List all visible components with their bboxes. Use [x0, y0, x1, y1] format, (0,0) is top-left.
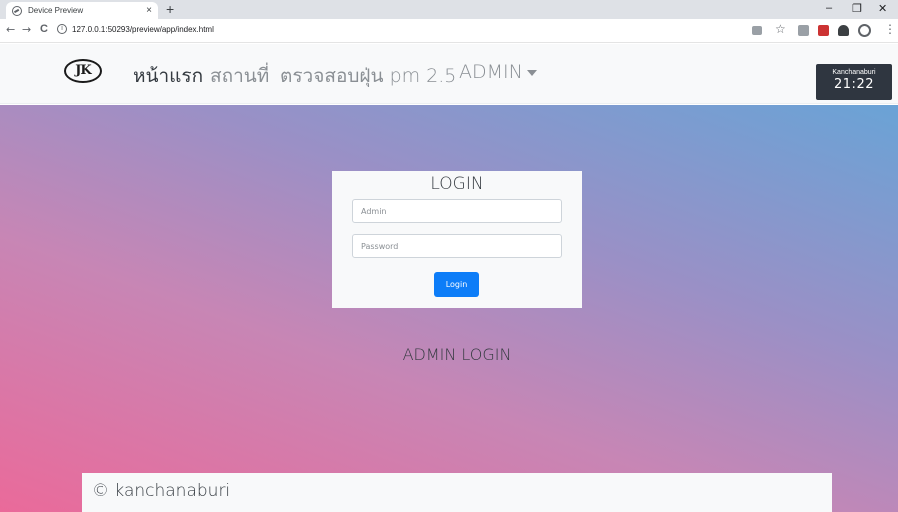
- login-card: LOGIN Login: [332, 171, 582, 308]
- login-button[interactable]: Login: [434, 272, 479, 297]
- browser-tab[interactable]: Device Preview ×: [6, 2, 158, 19]
- translate-icon[interactable]: [752, 26, 762, 35]
- nav-item-pm25[interactable]: ตรวจสอบฝุ่น pm 2.5: [280, 61, 456, 91]
- clock-time: 21:22: [834, 77, 874, 92]
- profile-icon[interactable]: [858, 24, 871, 37]
- nav-item-home[interactable]: หน้าแรก: [133, 61, 203, 91]
- site-navbar: JK หน้าแรก สถานที่ ตรวจสอบฝุ่น pm 2.5 AD…: [0, 44, 898, 104]
- extension-icon[interactable]: [798, 25, 809, 36]
- reload-button[interactable]: C: [40, 23, 48, 35]
- back-button[interactable]: ←: [6, 23, 15, 36]
- browser-menu-icon[interactable]: ⋮: [884, 22, 896, 36]
- browser-tab-bar: Device Preview × + – ❐ ✕: [0, 0, 898, 19]
- close-window-button[interactable]: ✕: [878, 2, 887, 15]
- footer-text: © kanchanaburi: [92, 481, 231, 501]
- footer: © kanchanaburi: [82, 473, 832, 512]
- globe-icon: [12, 5, 22, 16]
- login-title: LOGIN: [430, 174, 484, 194]
- new-tab-button[interactable]: +: [166, 1, 174, 17]
- browser-address-bar: ← → C i 127.0.0.1:50293/preview/app/inde…: [0, 19, 898, 43]
- username-input[interactable]: [352, 199, 562, 223]
- main-background: [0, 105, 898, 512]
- forward-button[interactable]: →: [22, 23, 31, 36]
- nav-item-places[interactable]: สถานที่: [210, 61, 269, 91]
- admin-login-heading: ADMIN LOGIN: [402, 345, 512, 364]
- clock-city: Kanchanaburi: [832, 69, 876, 76]
- puzzle-icon[interactable]: [838, 25, 849, 36]
- minimize-button[interactable]: –: [826, 2, 832, 14]
- nav-item-admin-dropdown[interactable]: ADMIN: [459, 61, 537, 83]
- pdf-extension-icon[interactable]: [818, 25, 829, 36]
- url-input[interactable]: 127.0.0.1:50293/preview/app/index.html: [72, 25, 214, 34]
- site-logo[interactable]: JK: [64, 59, 102, 83]
- caret-down-icon: [526, 69, 537, 76]
- bookmark-star-icon[interactable]: ☆: [775, 22, 786, 36]
- site-info-icon[interactable]: i: [57, 24, 67, 34]
- nav-item-admin-label: ADMIN: [459, 61, 523, 83]
- clock-widget: Kanchanaburi 21:22: [816, 64, 892, 100]
- tab-title: Device Preview: [28, 6, 84, 15]
- maximize-button[interactable]: ❐: [852, 2, 862, 15]
- password-input[interactable]: [352, 234, 562, 258]
- tab-close-icon[interactable]: ×: [146, 5, 152, 16]
